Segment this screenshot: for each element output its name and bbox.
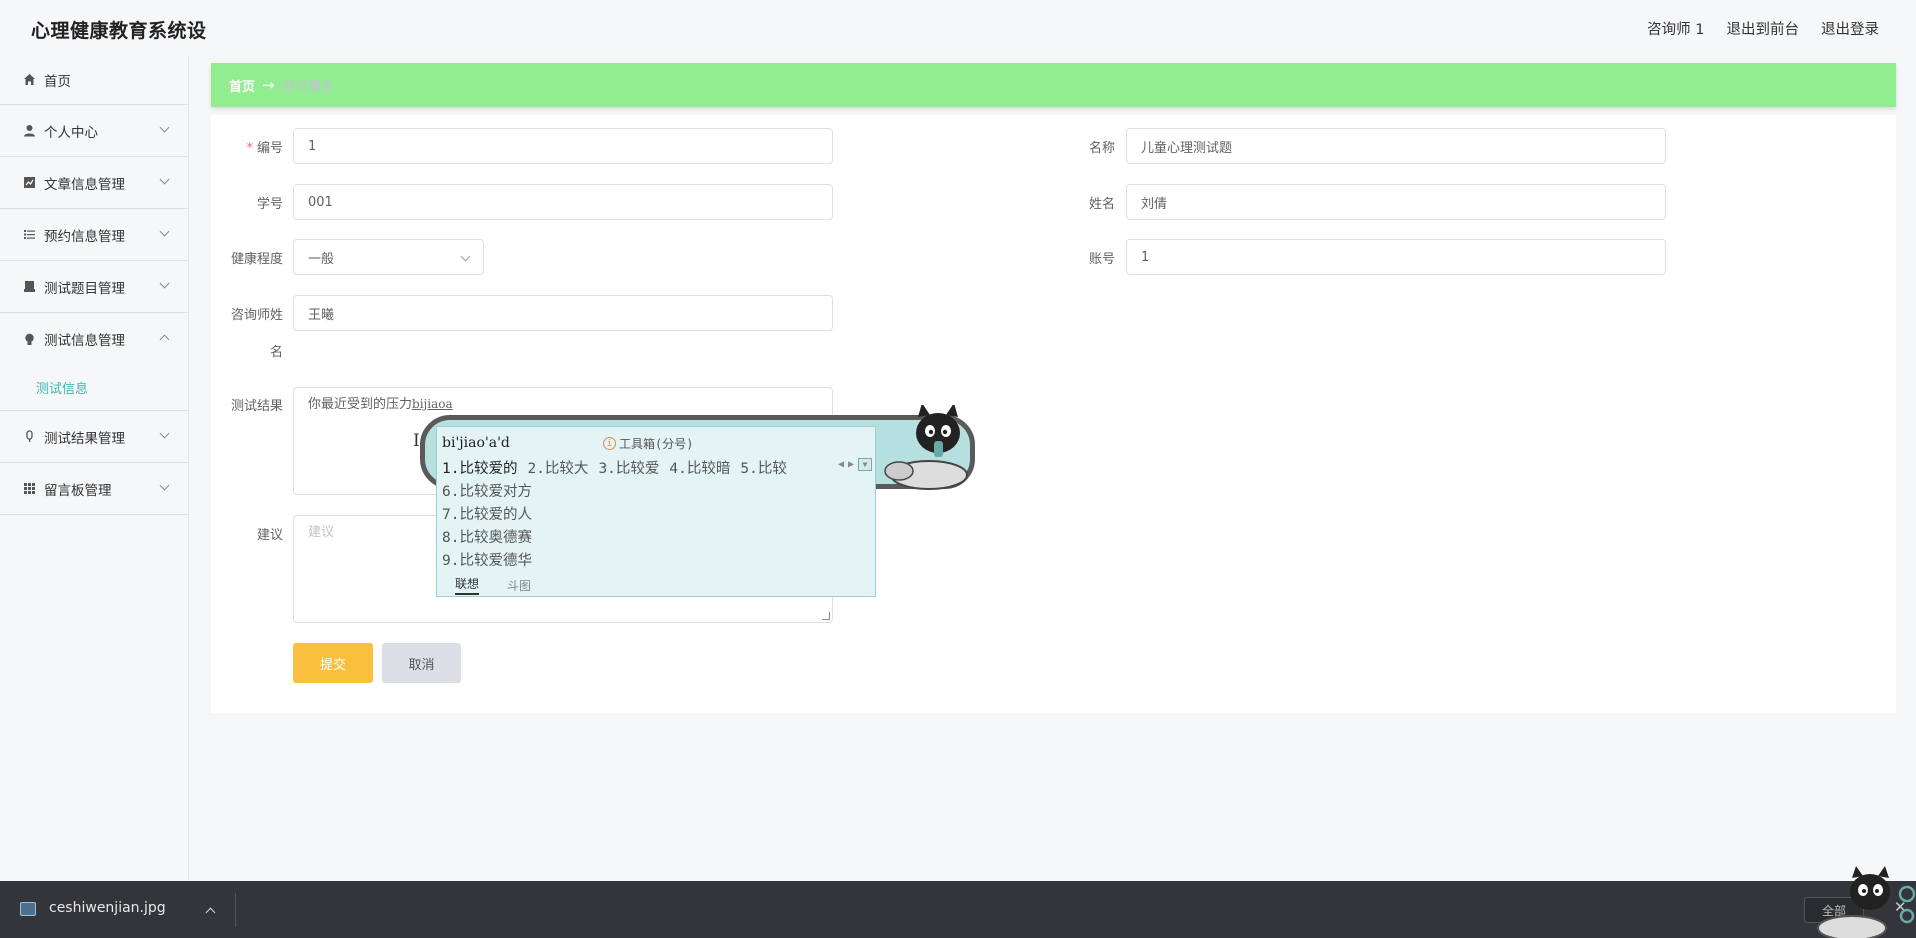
student-name-label: 姓名: [1088, 197, 1115, 212]
breadcrumb-arrow: →: [262, 76, 275, 94]
health-label: 健康程度: [230, 252, 283, 267]
ime-candidate-row: 1.比较爱的 2.比较大 3.比较爱 4.比较暗 5.比较: [442, 457, 787, 478]
result-composing-text: bijiaoa: [412, 397, 453, 411]
ime-toolbox-label: 工具箱(分号): [619, 437, 694, 451]
breadcrumb: 首页 → 测试信息: [211, 63, 1896, 107]
chevron-down-icon: [159, 226, 170, 237]
mic-icon: [22, 430, 36, 444]
expand-icon[interactable]: ▼: [858, 458, 872, 471]
sidebar-item-label: 测试信息管理: [44, 333, 125, 349]
ime-candidate[interactable]: 9.比较爱德华: [442, 549, 532, 570]
sidebar-item-label: 首页: [44, 73, 71, 90]
result-text: 你最近受到的压力: [308, 397, 413, 412]
top-links: 咨询师 1 退出到前台 退出登录: [1647, 18, 1879, 39]
cancel-button[interactable]: 取消: [382, 643, 461, 683]
exit-to-front-link[interactable]: 退出到前台: [1727, 18, 1800, 39]
ime-candidate[interactable]: 5.比较: [740, 457, 786, 478]
id-field[interactable]: 1: [293, 128, 833, 164]
chevron-up-icon: [159, 334, 170, 345]
health-select[interactable]: 一般: [293, 239, 484, 275]
divider: [235, 893, 236, 927]
sidebar-menu: 首页 个人中心 文章信息管理 预约信息管理 测试题目管理 测试信息管理 测试信息…: [0, 55, 189, 881]
submit-button[interactable]: 提交: [293, 643, 373, 683]
chevron-down-icon: [159, 428, 170, 439]
chevron-down-icon: [460, 251, 471, 262]
ime-candidate[interactable]: 4.比较暗: [669, 457, 730, 478]
submenu-item-test-info[interactable]: 测试信息: [0, 365, 188, 411]
ime-toolbox[interactable]: i 工具箱(分号): [603, 435, 693, 452]
ime-tab-association[interactable]: 联想: [455, 575, 480, 595]
result-label: 测试结果: [230, 399, 283, 414]
ime-candidate[interactable]: 7.比较爱的人: [442, 503, 532, 524]
ime-cat-mascot-icon: [884, 405, 968, 490]
ime-tab-sticker[interactable]: 斗图: [507, 577, 531, 594]
user-icon: [22, 124, 36, 138]
chevron-up-icon[interactable]: [205, 907, 216, 918]
chart-icon: [22, 176, 36, 190]
sidebar-item-label: 测试题目管理: [44, 280, 125, 297]
advice-label: 建议: [256, 528, 283, 543]
chevron-down-icon: [159, 278, 170, 289]
sidebar-item-test-info[interactable]: 测试信息管理: [0, 313, 188, 365]
sidebar-item-message-board[interactable]: 留言板管理: [0, 463, 188, 515]
ime-composition: bi'jiao'a'd: [442, 435, 510, 451]
ime-candidate[interactable]: 1.比较爱的: [442, 457, 517, 478]
sidebar-item-label: 预约信息管理: [44, 228, 125, 245]
health-select-value: 一般: [308, 251, 335, 267]
current-user-link[interactable]: 咨询师 1: [1647, 18, 1704, 39]
sidebar-item-questions[interactable]: 测试题目管理: [0, 261, 188, 313]
download-bar: ceshiwenjian.jpg 全部 ✕: [0, 881, 1916, 938]
sidebar-item-test-results[interactable]: 测试结果管理: [0, 411, 188, 463]
home-icon: [22, 73, 36, 87]
ime-candidate[interactable]: 6.比较爱对方: [442, 480, 532, 501]
sidebar-item-articles[interactable]: 文章信息管理: [0, 157, 188, 209]
breadcrumb-home[interactable]: 首页: [229, 76, 255, 95]
image-file-icon: [20, 902, 36, 916]
sidebar-item-appointments[interactable]: 预约信息管理: [0, 209, 188, 261]
corner-cat-mascot-icon: [1817, 866, 1916, 938]
ime-candidate[interactable]: 8.比较奥德赛: [442, 526, 532, 547]
chevron-down-icon: [159, 174, 170, 185]
bulb-icon: [22, 332, 36, 346]
name-label: 名称: [1088, 141, 1115, 156]
prev-page-icon[interactable]: ◀: [838, 459, 844, 470]
grid-icon: [22, 482, 36, 496]
next-page-icon[interactable]: ▶: [848, 459, 854, 470]
sidebar-item-label: 文章信息管理: [44, 176, 125, 193]
text-cursor-icon: I: [413, 431, 420, 451]
top-header: 心理健康教育系统设 咨询师 1 退出到前台 退出登录: [0, 0, 1916, 55]
student-no-label: 学号: [256, 197, 283, 212]
name-field[interactable]: 儿童心理测试题: [1126, 128, 1666, 164]
sidebar-item-personal-center[interactable]: 个人中心: [0, 105, 188, 157]
logout-link[interactable]: 退出登录: [1821, 18, 1879, 39]
chevron-down-icon: [159, 122, 170, 133]
sidebar-item-home[interactable]: 首页: [0, 55, 188, 105]
app-title: 心理健康教育系统设: [31, 20, 207, 42]
student-name-field[interactable]: 刘倩: [1126, 184, 1666, 220]
printer-icon: [22, 280, 36, 294]
required-mark: *: [246, 141, 253, 156]
counselor-label-line2: 名: [269, 345, 283, 360]
download-file-name[interactable]: ceshiwenjian.jpg: [49, 900, 166, 916]
ime-candidate-panel[interactable]: bi'jiao'a'd i 工具箱(分号) 1.比较爱的 2.比较大 3.比较爱…: [436, 426, 876, 597]
resize-handle[interactable]: [822, 612, 830, 620]
chevron-down-icon: [159, 480, 170, 491]
breadcrumb-current: 测试信息: [281, 79, 334, 95]
counselor-label-line1: 咨询师姓: [230, 308, 283, 323]
counselor-name-field[interactable]: 王曦: [293, 295, 833, 331]
ime-tabs: 联想 斗图: [437, 574, 875, 596]
list-icon: [22, 228, 36, 242]
ime-candidate[interactable]: 2.比较大: [527, 457, 588, 478]
sidebar-item-label: 留言板管理: [44, 482, 112, 499]
ime-page-nav: ◀ ▶ ▼: [838, 458, 872, 471]
id-label: * 编号: [246, 141, 283, 156]
account-field[interactable]: 1: [1126, 239, 1666, 275]
info-icon: i: [603, 437, 616, 450]
student-no-field[interactable]: 001: [293, 184, 833, 220]
advice-placeholder: 建议: [308, 525, 335, 540]
sidebar-item-label: 测试结果管理: [44, 430, 125, 447]
account-label: 账号: [1088, 252, 1115, 267]
sidebar-item-label: 个人中心: [44, 124, 98, 141]
ime-candidate[interactable]: 3.比较爱: [598, 457, 659, 478]
